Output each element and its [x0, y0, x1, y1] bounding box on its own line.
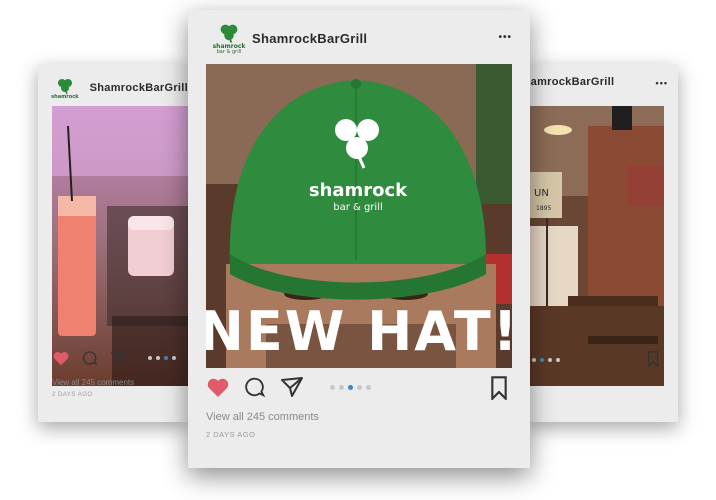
- post-photo-drinks: [52, 106, 188, 386]
- share-icon[interactable]: [280, 376, 304, 398]
- sign-text: UN: [534, 188, 549, 199]
- heart-icon[interactable]: [206, 376, 230, 398]
- carousel-pager: [532, 358, 560, 362]
- username[interactable]: ShamrockBarGrill: [252, 31, 367, 46]
- post-photo-interior: UN 1895: [528, 106, 664, 386]
- more-icon[interactable]: •••: [498, 32, 512, 43]
- more-icon[interactable]: •••: [656, 78, 668, 88]
- carousel-pager: [330, 384, 371, 390]
- post-header: shamrock ShamrockBarGrill: [48, 70, 188, 106]
- logo-text-line2: bar & grill: [216, 48, 242, 55]
- view-comments-link[interactable]: View all 245 comments: [206, 411, 319, 423]
- bookmark-icon[interactable]: [646, 351, 660, 367]
- post-actions: [206, 376, 371, 398]
- heart-icon[interactable]: [52, 350, 70, 366]
- shamrock-logo: shamrock bar & grill: [210, 22, 248, 55]
- bookmark-icon[interactable]: [488, 376, 510, 400]
- logo-text: shamrock: [51, 93, 79, 100]
- clover-icon: [57, 78, 72, 94]
- overlay-headline: NEW HAT!: [206, 300, 512, 363]
- username[interactable]: ShamrockBarGrill: [516, 76, 614, 88]
- post-card-right: ShamrockBarGrill ••• UN 1895: [516, 64, 678, 422]
- post-header: shamrock bar & grill ShamrockBarGrill: [210, 16, 530, 60]
- hat-logo-line2: bar & grill: [333, 202, 383, 213]
- hat-logo-line1: shamrock: [309, 180, 408, 201]
- shamrock-logo: shamrock: [48, 77, 82, 100]
- post-timestamp: 2 DAYS AGO: [52, 392, 93, 398]
- comment-icon[interactable]: [244, 376, 266, 398]
- clover-icon: [220, 24, 238, 43]
- view-comments-link[interactable]: View all 245 comments: [52, 378, 134, 387]
- post-card-main: shamrock bar & grill ShamrockBarGrill ••…: [188, 10, 530, 468]
- post-actions: [52, 350, 176, 366]
- carousel-pager: [148, 356, 176, 360]
- post-card-left: shamrock ShamrockBarGrill View all 245 c…: [38, 64, 188, 422]
- username[interactable]: ShamrockBarGrill: [90, 82, 188, 94]
- post-photo-hat: shamrock bar & grill NEW HAT!: [206, 64, 512, 368]
- share-icon[interactable]: [110, 350, 128, 366]
- comment-icon[interactable]: [82, 350, 98, 366]
- sign-year: 1895: [536, 205, 551, 212]
- post-timestamp: 2 DAYS AGO: [206, 430, 256, 439]
